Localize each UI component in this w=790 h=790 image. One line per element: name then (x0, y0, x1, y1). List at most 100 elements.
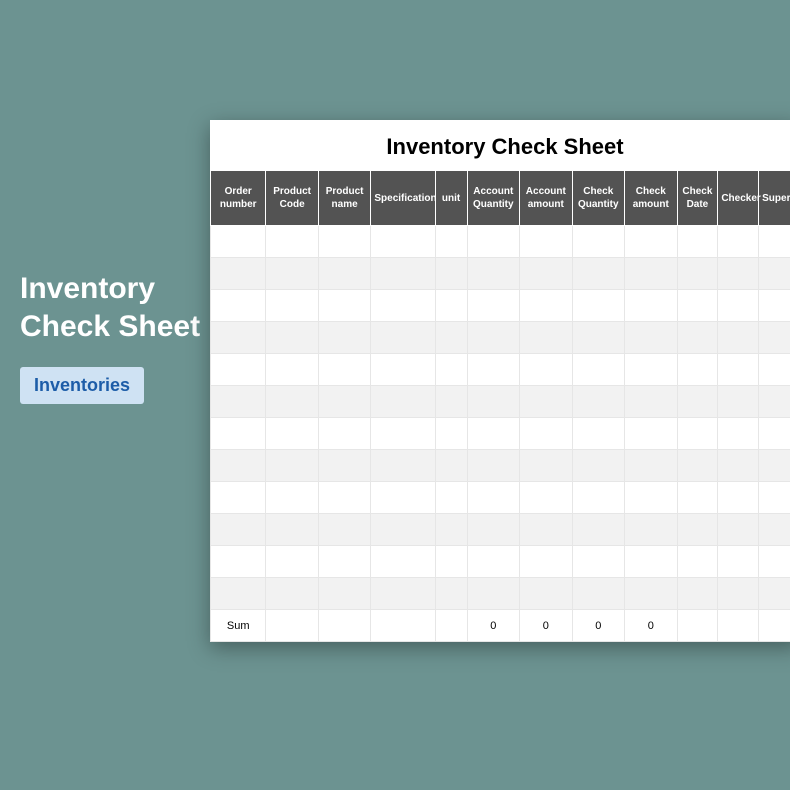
table-cell[interactable] (625, 322, 677, 354)
table-cell[interactable] (718, 290, 759, 322)
table-cell[interactable] (572, 482, 624, 514)
table-cell[interactable] (211, 322, 266, 354)
table-cell[interactable] (435, 386, 467, 418)
table-cell[interactable] (435, 354, 467, 386)
table-cell[interactable] (318, 322, 370, 354)
table-cell[interactable] (435, 226, 467, 258)
table-cell[interactable] (211, 578, 266, 610)
table-cell[interactable] (318, 226, 370, 258)
table-cell[interactable] (520, 546, 572, 578)
table-cell[interactable] (759, 578, 790, 610)
table-cell[interactable] (318, 354, 370, 386)
table-cell[interactable] (435, 546, 467, 578)
table-cell[interactable] (211, 258, 266, 290)
table-cell[interactable] (520, 386, 572, 418)
table-cell[interactable] (759, 386, 790, 418)
table-cell[interactable] (266, 418, 318, 450)
table-cell[interactable] (572, 290, 624, 322)
table-cell[interactable] (266, 386, 318, 418)
table-cell[interactable] (435, 450, 467, 482)
table-cell[interactable] (435, 418, 467, 450)
table-cell[interactable] (572, 450, 624, 482)
table-cell[interactable] (318, 258, 370, 290)
inventories-button[interactable]: Inventories (20, 367, 144, 404)
table-cell[interactable] (677, 514, 718, 546)
table-cell[interactable] (371, 258, 435, 290)
table-cell[interactable] (211, 514, 266, 546)
table-cell[interactable] (211, 418, 266, 450)
table-cell[interactable] (371, 546, 435, 578)
table-cell[interactable] (318, 546, 370, 578)
table-cell[interactable] (572, 226, 624, 258)
table-cell[interactable] (211, 290, 266, 322)
table-cell[interactable] (677, 258, 718, 290)
table-cell[interactable] (435, 578, 467, 610)
table-cell[interactable] (759, 322, 790, 354)
table-cell[interactable] (467, 418, 519, 450)
table-cell[interactable] (677, 290, 718, 322)
table-cell[interactable] (467, 578, 519, 610)
table-cell[interactable] (677, 482, 718, 514)
table-cell[interactable] (371, 290, 435, 322)
table-cell[interactable] (211, 226, 266, 258)
table-cell[interactable] (572, 578, 624, 610)
table-cell[interactable] (371, 322, 435, 354)
table-cell[interactable] (718, 578, 759, 610)
table-cell[interactable] (625, 354, 677, 386)
table-cell[interactable] (266, 258, 318, 290)
table-cell[interactable] (718, 450, 759, 482)
table-cell[interactable] (371, 514, 435, 546)
table-cell[interactable] (318, 578, 370, 610)
table-cell[interactable] (211, 546, 266, 578)
table-cell[interactable] (625, 450, 677, 482)
table-cell[interactable] (318, 418, 370, 450)
table-cell[interactable] (371, 482, 435, 514)
table-cell[interactable] (677, 386, 718, 418)
table-cell[interactable] (371, 578, 435, 610)
table-cell[interactable] (718, 482, 759, 514)
table-cell[interactable] (266, 226, 318, 258)
table-cell[interactable] (467, 546, 519, 578)
table-cell[interactable] (759, 354, 790, 386)
table-cell[interactable] (435, 290, 467, 322)
table-cell[interactable] (718, 322, 759, 354)
table-cell[interactable] (467, 386, 519, 418)
table-cell[interactable] (435, 322, 467, 354)
table-cell[interactable] (572, 546, 624, 578)
table-cell[interactable] (677, 354, 718, 386)
table-cell[interactable] (435, 514, 467, 546)
table-cell[interactable] (520, 290, 572, 322)
table-cell[interactable] (467, 482, 519, 514)
table-cell[interactable] (435, 482, 467, 514)
table-cell[interactable] (318, 290, 370, 322)
table-cell[interactable] (759, 450, 790, 482)
table-cell[interactable] (625, 226, 677, 258)
table-cell[interactable] (371, 386, 435, 418)
table-cell[interactable] (520, 322, 572, 354)
table-cell[interactable] (625, 290, 677, 322)
table-cell[interactable] (572, 258, 624, 290)
table-cell[interactable] (718, 386, 759, 418)
table-cell[interactable] (467, 354, 519, 386)
table-cell[interactable] (625, 258, 677, 290)
table-cell[interactable] (211, 354, 266, 386)
table-cell[interactable] (435, 258, 467, 290)
table-cell[interactable] (467, 258, 519, 290)
table-cell[interactable] (266, 290, 318, 322)
table-cell[interactable] (318, 514, 370, 546)
table-cell[interactable] (759, 226, 790, 258)
table-cell[interactable] (520, 354, 572, 386)
table-cell[interactable] (266, 322, 318, 354)
table-cell[interactable] (371, 226, 435, 258)
table-cell[interactable] (266, 450, 318, 482)
table-cell[interactable] (572, 354, 624, 386)
table-cell[interactable] (266, 354, 318, 386)
table-cell[interactable] (572, 322, 624, 354)
table-cell[interactable] (759, 418, 790, 450)
table-cell[interactable] (718, 418, 759, 450)
table-cell[interactable] (211, 482, 266, 514)
table-cell[interactable] (677, 322, 718, 354)
table-cell[interactable] (677, 226, 718, 258)
table-cell[interactable] (625, 418, 677, 450)
table-cell[interactable] (467, 290, 519, 322)
